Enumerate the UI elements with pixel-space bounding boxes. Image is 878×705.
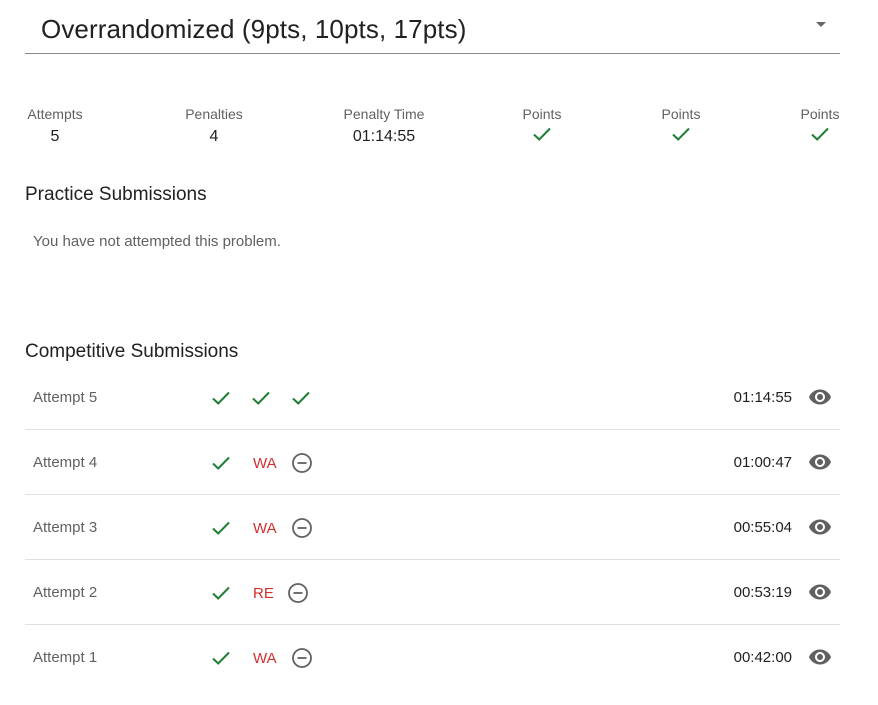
check-icon xyxy=(210,515,250,541)
verdict-error-badge: WA xyxy=(253,454,277,472)
stat-points-1: Points xyxy=(522,106,562,147)
verdict-list: WA xyxy=(210,645,314,671)
attempt-label: Attempt 3 xyxy=(33,519,98,536)
minus-circle-icon xyxy=(290,515,314,541)
submission-row: Attempt 3 WA 00:55:04 xyxy=(25,495,840,560)
eye-icon[interactable] xyxy=(808,385,832,409)
minus-circle-icon xyxy=(290,645,314,671)
submission-time: 00:42:00 xyxy=(733,649,792,666)
verdict-list: RE xyxy=(210,580,310,606)
stat-penalty-time-label: Penalty Time xyxy=(343,106,425,122)
submission-row: Attempt 4 WA 01:00:47 xyxy=(25,430,840,495)
submission-time: 00:55:04 xyxy=(733,519,792,536)
verdict-list: WA xyxy=(210,515,314,541)
stat-penalties-label: Penalties xyxy=(185,106,243,122)
check-icon xyxy=(210,385,250,411)
verdict-error-badge: RE xyxy=(253,584,274,602)
verdict-error-badge: WA xyxy=(253,519,277,537)
stat-points-2: Points xyxy=(661,106,701,147)
check-icon xyxy=(810,126,830,147)
submission-row: Attempt 5 01:14:55 xyxy=(25,365,840,430)
submission-time: 01:14:55 xyxy=(733,389,792,406)
submission-row: Attempt 2 RE 00:53:19 xyxy=(25,560,840,625)
verdict-list: WA xyxy=(210,450,314,476)
attempt-label: Attempt 4 xyxy=(33,454,98,471)
attempt-label: Attempt 5 xyxy=(33,389,98,406)
submission-time: 01:00:47 xyxy=(733,454,792,471)
competitive-submissions-list: Attempt 5 01:14:55 Attempt 4 WA 01:00:47 Atte… xyxy=(25,365,840,690)
attempt-label: Attempt 1 xyxy=(33,649,98,666)
caret-down-icon[interactable] xyxy=(816,22,826,27)
check-icon xyxy=(290,385,330,411)
minus-circle-icon xyxy=(290,450,314,476)
check-icon xyxy=(671,126,691,147)
stat-attempts-label: Attempts xyxy=(27,106,83,122)
check-icon xyxy=(210,450,250,476)
attempt-label: Attempt 2 xyxy=(33,584,98,601)
stat-penalties-value: 4 xyxy=(209,128,219,145)
stat-points-3: Points xyxy=(800,106,840,147)
verdict-list xyxy=(210,385,330,411)
practice-submissions-title: Practice Submissions xyxy=(25,184,207,205)
problem-select-value: Overrandomized (9pts, 10pts, 17pts) xyxy=(41,14,467,44)
stats-bar: Attempts 5 Penalties 4 Penalty Time 01:1… xyxy=(25,106,840,150)
stat-attempts: Attempts 5 xyxy=(25,106,85,146)
competitive-submissions-title: Competitive Submissions xyxy=(25,341,239,362)
stat-penalties: Penalties 4 xyxy=(185,106,243,146)
eye-icon[interactable] xyxy=(808,515,832,539)
check-icon xyxy=(532,126,552,147)
submission-time: 00:53:19 xyxy=(733,584,792,601)
stat-points-2-label: Points xyxy=(661,106,701,122)
eye-icon[interactable] xyxy=(808,450,832,474)
eye-icon[interactable] xyxy=(808,645,832,669)
check-icon xyxy=(210,645,250,671)
submission-row: Attempt 1 WA 00:42:00 xyxy=(25,625,840,690)
eye-icon[interactable] xyxy=(808,580,832,604)
practice-empty-message: You have not attempted this problem. xyxy=(33,233,281,250)
stat-attempts-value: 5 xyxy=(50,128,60,145)
problem-select[interactable]: Overrandomized (9pts, 10pts, 17pts) xyxy=(25,0,840,54)
minus-circle-icon xyxy=(286,580,310,606)
verdict-error-badge: WA xyxy=(253,649,277,667)
check-icon xyxy=(210,580,250,606)
stat-penalty-time: Penalty Time 01:14:55 xyxy=(342,106,426,146)
stat-penalty-time-value: 01:14:55 xyxy=(352,128,416,145)
check-icon xyxy=(250,385,290,411)
stat-points-3-label: Points xyxy=(800,106,840,122)
stat-points-1-label: Points xyxy=(522,106,562,122)
